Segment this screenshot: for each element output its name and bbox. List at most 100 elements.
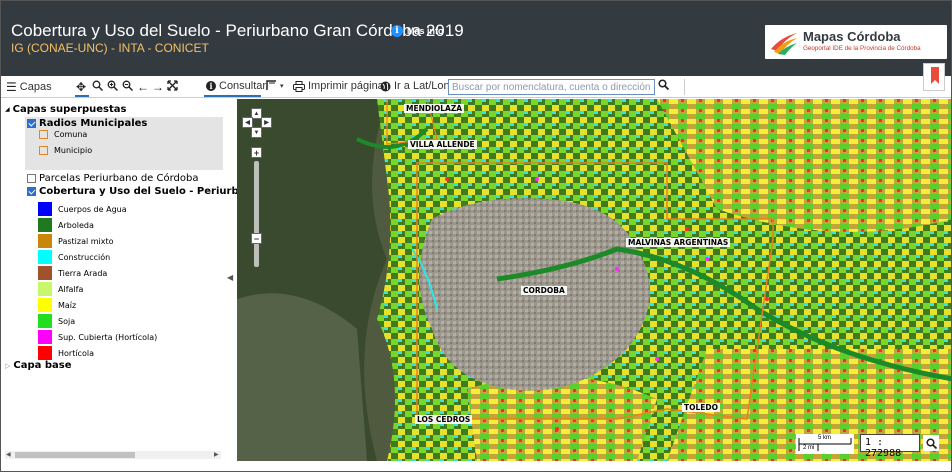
consultar-button[interactable]: i Consultar xyxy=(206,80,266,92)
scrollbar-thumb[interactable] xyxy=(15,452,135,458)
previous-extent-button[interactable]: ← xyxy=(137,80,149,94)
toolbar-divider xyxy=(684,79,685,95)
cobertura-label: Cobertura y Uso del Suelo - Periurbano d xyxy=(39,186,270,197)
layers-button[interactable]: ☰ Capas xyxy=(6,80,52,94)
next-extent-button[interactable]: → xyxy=(152,80,164,94)
plus-icon: + xyxy=(253,147,260,158)
pan-button[interactable]: ✥ xyxy=(76,80,86,94)
full-extent-button[interactable] xyxy=(167,80,178,91)
legend-swatch xyxy=(38,250,52,264)
scale-bar: 5 km 2 mi xyxy=(796,434,854,454)
scale-ratio-input[interactable]: 1 : 272988 xyxy=(860,434,920,459)
goto-label: Ir a Lat/Lon xyxy=(394,80,450,92)
radios-checkbox[interactable] xyxy=(27,119,36,128)
zoom-in-control[interactable]: + xyxy=(251,147,262,158)
more-info-link[interactable]: i Más info xyxy=(391,25,444,37)
zoom-in-icon xyxy=(107,80,118,91)
place-label: MENDIOLAZA xyxy=(404,104,465,113)
legend-label: Sup. Cubierta (Hortícola) xyxy=(58,332,158,342)
map-view[interactable]: ▲ ◀ ▶ ▼ + − MENDIOLAZA VILLA ALLENDE MAL… xyxy=(237,99,952,461)
zoom-box-button[interactable] xyxy=(92,80,103,91)
bookmark-button[interactable] xyxy=(923,63,945,91)
zoom-out-button[interactable] xyxy=(122,80,133,91)
logo-mark-icon xyxy=(771,33,797,55)
legend-label: Arboleda xyxy=(58,220,94,230)
triangle-down-icon: ◢ xyxy=(5,106,10,113)
search-input[interactable] xyxy=(448,79,655,95)
legend-item: Pastizal mixto xyxy=(38,234,114,248)
info-circle-icon: i xyxy=(206,81,216,91)
legend-label: Maíz xyxy=(58,300,77,310)
legend-label: Construcción xyxy=(58,252,111,262)
legend-swatch xyxy=(38,330,52,344)
legend-swatch xyxy=(38,346,52,360)
print-label: Imprimir página xyxy=(308,80,384,92)
legend-swatch xyxy=(38,298,52,312)
cobertura-checkbox[interactable] xyxy=(27,187,36,196)
sidebar-horizontal-scrollbar[interactable]: ◀ ▶ xyxy=(5,451,221,459)
scale-mi-label: 2 mi xyxy=(803,445,815,451)
arrow-up-icon: ▲ xyxy=(253,110,260,117)
legend-item: Cuerpos de Agua xyxy=(38,202,127,216)
logo-title: Mapas Córdoba xyxy=(803,29,901,44)
layer-radios-municipales[interactable]: Radios Municipales xyxy=(27,118,147,129)
zoom-slider[interactable] xyxy=(254,161,259,267)
legend-swatch xyxy=(39,146,48,155)
place-label: TOLEDO xyxy=(682,403,720,412)
overlay-group-label: Capas superpuestas xyxy=(12,104,127,115)
collapse-panel-icon[interactable]: ◀ xyxy=(227,273,233,282)
scroll-left-icon[interactable]: ◀ xyxy=(6,451,11,458)
toolbar: ☰ Capas ✥ ← → i Consultar ▾ Imprimir pág… xyxy=(1,76,951,98)
scroll-right-icon[interactable]: ▶ xyxy=(214,451,219,458)
print-button[interactable]: Imprimir página xyxy=(293,80,384,92)
arrow-left-icon: ◀ xyxy=(245,120,250,126)
pan-right-button[interactable]: ▶ xyxy=(261,117,272,128)
measure-icon xyxy=(266,80,276,90)
legend-item: Alfalfa xyxy=(38,282,83,296)
more-info-label: Más info xyxy=(407,26,444,36)
layer-parcelas[interactable]: Parcelas Periurbano de Córdoba xyxy=(27,173,198,184)
layers-label: Capas xyxy=(19,81,52,93)
base-group-label: Capa base xyxy=(13,360,72,371)
menu-icon: ☰ xyxy=(6,80,17,94)
legend-swatch xyxy=(38,218,52,232)
status-bar xyxy=(1,461,951,471)
overlay-group-header[interactable]: ◢ Capas superpuestas xyxy=(5,104,127,115)
layers-panel: ◢ Capas superpuestas Radios Municipales … xyxy=(1,99,270,461)
triangle-right-icon: ▷ xyxy=(5,361,11,370)
legend-label: Comuna xyxy=(54,130,88,139)
legend-label: Tierra Arada xyxy=(58,268,108,278)
place-label: MALVINAS ARGENTINAS xyxy=(626,238,731,247)
legend-item: Sup. Cubierta (Hortícola) xyxy=(38,330,157,344)
page-subtitle: IG (CONAE-UNC) - INTA - CONICET xyxy=(11,41,209,55)
satellite-map-canvas[interactable] xyxy=(237,99,952,461)
active-tool-indicator xyxy=(75,95,89,97)
legend-label: Soja xyxy=(58,316,76,326)
legend-swatch xyxy=(38,202,52,216)
header: Cobertura y Uso del Suelo - Periurbano G… xyxy=(1,1,951,76)
bookmark-icon xyxy=(931,67,939,84)
goto-latlon-button[interactable]: Ir a Lat/Lon xyxy=(380,80,450,92)
zoom-in-button[interactable] xyxy=(107,80,118,91)
expand-icon xyxy=(167,80,178,91)
scale-search-button[interactable] xyxy=(923,435,939,451)
radios-label: Radios Municipales xyxy=(39,118,148,129)
legend-item: Construcción xyxy=(38,250,110,264)
layer-cobertura[interactable]: Cobertura y Uso del Suelo - Periurbano d xyxy=(27,186,270,197)
legend-swatch xyxy=(38,282,52,296)
parcelas-checkbox[interactable] xyxy=(27,174,36,183)
measure-dropdown[interactable]: ▾ xyxy=(266,80,284,91)
active-tool-indicator-consultar xyxy=(204,95,261,97)
search-icon xyxy=(658,79,670,91)
search-button[interactable] xyxy=(658,79,670,93)
pan-down-button[interactable]: ▼ xyxy=(251,127,262,138)
legend-label: Municipio xyxy=(54,146,93,155)
base-group-header[interactable]: ▷ Capa base xyxy=(5,360,72,371)
zoom-out-control[interactable]: − xyxy=(251,233,262,244)
arrow-right-icon: ▶ xyxy=(264,120,269,126)
legend-label: Alfalfa xyxy=(58,284,84,294)
mapas-cordoba-logo[interactable]: Mapas Córdoba Geoportal IDE de la Provin… xyxy=(765,25,947,59)
search-icon xyxy=(925,437,937,449)
legend-item: Hortícola xyxy=(38,346,94,360)
legend-label: Cuerpos de Agua xyxy=(58,204,127,214)
